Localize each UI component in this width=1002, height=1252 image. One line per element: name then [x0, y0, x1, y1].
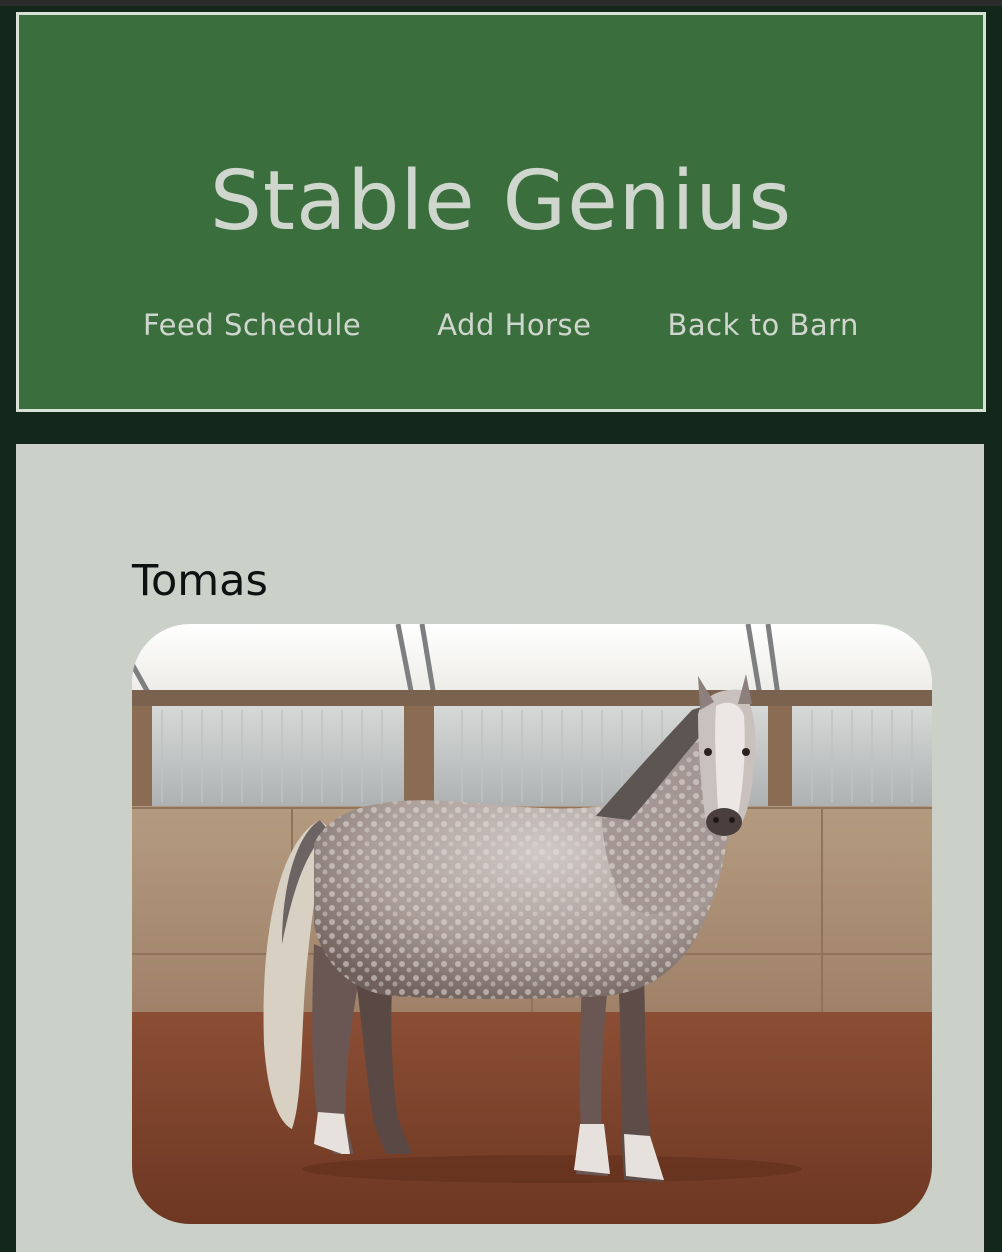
site-header: Stable Genius Feed Schedule Add Horse Ba…: [16, 12, 986, 412]
horse-detail-panel: Tomas: [16, 444, 984, 1252]
horse-name: Tomas: [132, 556, 268, 606]
nav-back-to-barn-link[interactable]: Back to Barn: [668, 311, 859, 340]
horse-photo: [132, 624, 932, 1224]
site-title: Stable Genius: [209, 154, 793, 249]
nav-add-horse-link[interactable]: Add Horse: [437, 311, 591, 340]
window-top-strip: [0, 0, 1002, 6]
nav-feed-schedule-link[interactable]: Feed Schedule: [143, 311, 361, 340]
main-nav: Feed Schedule Add Horse Back to Barn: [19, 311, 983, 340]
